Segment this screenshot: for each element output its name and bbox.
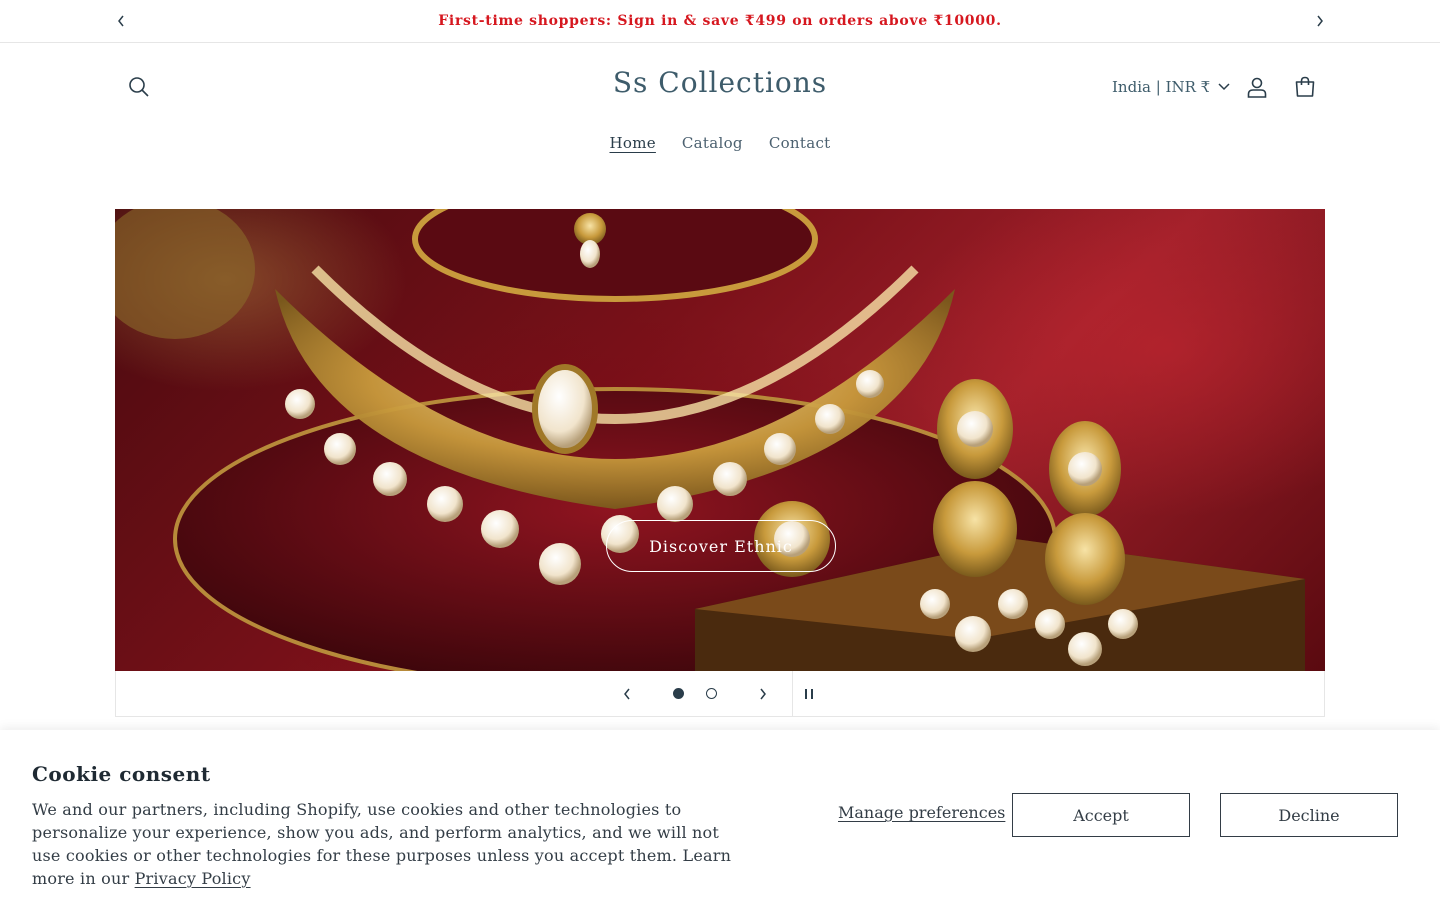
slide-next-button[interactable] (750, 681, 776, 707)
slide-dot-2[interactable] (706, 688, 717, 699)
nav-item-contact[interactable]: Contact (769, 134, 831, 152)
slide-prev-button[interactable] (614, 681, 640, 707)
slide-dot-1[interactable] (673, 688, 684, 699)
chevron-right-icon (760, 688, 766, 700)
accept-button[interactable]: Accept (1012, 793, 1190, 837)
cookie-consent-banner: Cookie consent We and our partners, incl… (0, 730, 1440, 900)
locale-label: India | INR ₹ (1112, 78, 1211, 96)
search-icon (129, 77, 149, 97)
slideshow-controls (115, 671, 1325, 717)
controls-divider (792, 671, 793, 717)
account-icon (1247, 77, 1267, 98)
main-nav: Home Catalog Contact (0, 134, 1440, 152)
locale-selector[interactable]: India | INR ₹ (1112, 74, 1230, 100)
site-logo[interactable]: Ss Collections (560, 66, 880, 99)
announcement-bar: First-time shoppers: Sign in & save ₹499… (0, 0, 1440, 43)
chevron-left-icon (624, 688, 630, 700)
hero-jewelry-image (115, 209, 1305, 671)
pause-icon (805, 689, 813, 699)
account-button[interactable] (1242, 72, 1272, 102)
discover-ethnic-button[interactable]: Discover Ethnic (606, 520, 836, 572)
search-button[interactable] (124, 72, 154, 102)
chevron-right-icon (1317, 15, 1323, 27)
chevron-left-icon (118, 15, 124, 27)
announcement-text[interactable]: First-time shoppers: Sign in & save ₹499… (438, 13, 1001, 29)
cookie-title: Cookie consent (32, 762, 211, 786)
slideshow-pause-button[interactable] (796, 681, 822, 707)
decline-button[interactable]: Decline (1220, 793, 1398, 837)
nav-item-catalog[interactable]: Catalog (682, 134, 743, 152)
privacy-policy-link[interactable]: Privacy Policy (135, 869, 251, 888)
nav-item-home[interactable]: Home (609, 134, 655, 152)
cart-icon (1295, 76, 1315, 97)
cookie-description: We and our partners, including Shopify, … (32, 798, 752, 890)
announcement-prev-button[interactable] (108, 8, 134, 34)
cart-button[interactable] (1290, 72, 1320, 102)
hero-slideshow: Discover Ethnic (115, 209, 1325, 671)
manage-preferences-link[interactable]: Manage preferences (838, 803, 1005, 822)
chevron-down-icon (1218, 83, 1230, 91)
announcement-next-button[interactable] (1307, 8, 1333, 34)
